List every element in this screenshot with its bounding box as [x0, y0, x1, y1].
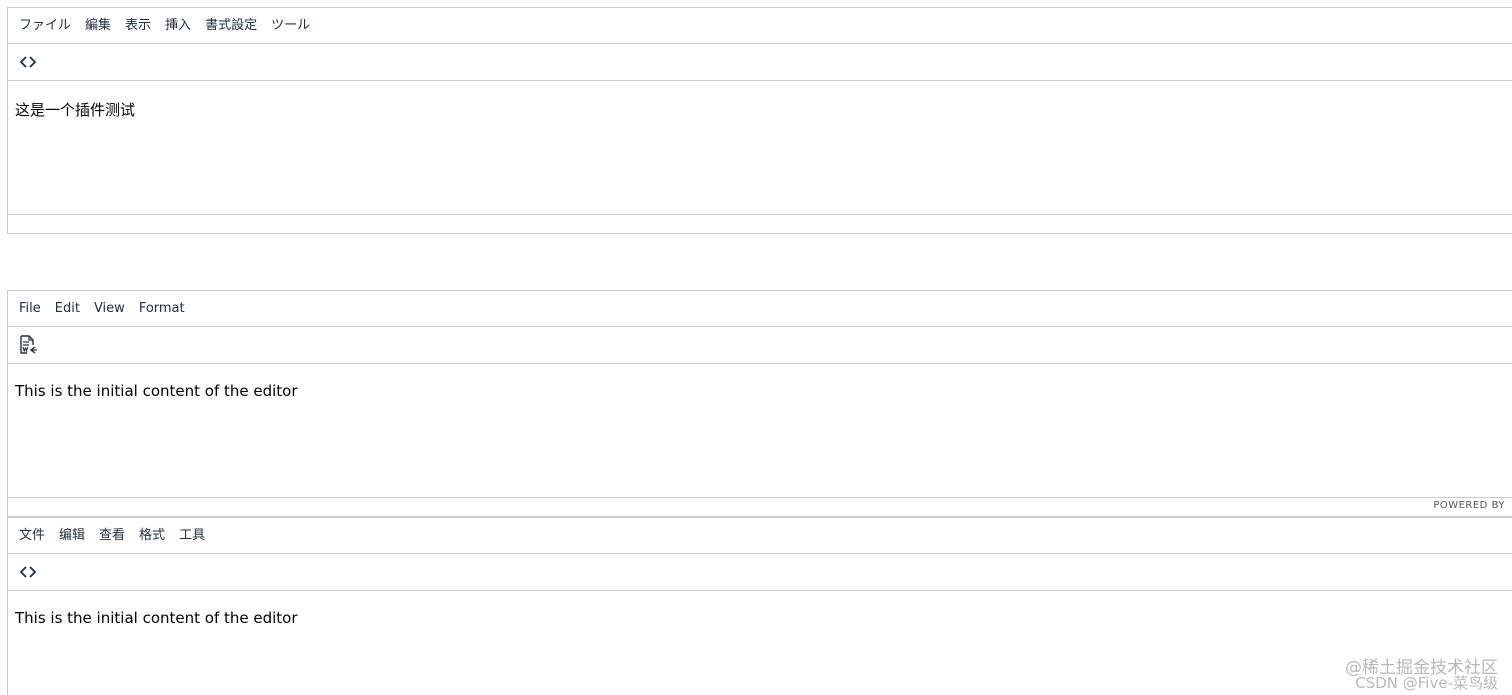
menubar: 文件 编辑 查看 格式 工具: [8, 518, 1512, 554]
statusbar: POWERED BY: [8, 498, 1512, 515]
editor-content[interactable]: This is the initial content of the edito…: [8, 591, 1512, 695]
editor-chinese: 文件 编辑 查看 格式 工具 This is the initial conte…: [7, 517, 1512, 695]
menu-tools[interactable]: ツール: [264, 8, 317, 44]
editor-content[interactable]: 这是一个插件测试: [8, 81, 1512, 215]
menu-edit[interactable]: 編集: [78, 8, 118, 44]
menu-format[interactable]: Format: [132, 291, 192, 327]
page: ファイル 編集 表示 挿入 書式設定 ツール 这是一个插件测试 File Edi…: [0, 0, 1512, 695]
menubar: ファイル 編集 表示 挿入 書式設定 ツール: [8, 8, 1512, 44]
menubar: File Edit View Format: [8, 291, 1512, 327]
menu-view[interactable]: 查看: [92, 518, 132, 554]
word-count-button[interactable]: [18, 335, 38, 355]
editor-content[interactable]: This is the initial content of the edito…: [8, 364, 1512, 498]
toolbar: [8, 554, 1512, 591]
source-code-button[interactable]: [18, 52, 38, 72]
menu-view[interactable]: View: [87, 291, 132, 327]
source-code-button[interactable]: [18, 562, 38, 582]
editor-english: File Edit View Format This is the initia…: [7, 290, 1512, 517]
menu-view[interactable]: 表示: [118, 8, 158, 44]
menu-file[interactable]: 文件: [12, 518, 52, 554]
menu-file[interactable]: File: [12, 291, 48, 327]
menu-format[interactable]: 書式設定: [198, 8, 264, 44]
toolbar: [8, 44, 1512, 81]
watermark-csdn: CSDN @Five-菜鸟级: [1355, 674, 1498, 692]
menu-format[interactable]: 格式: [132, 518, 172, 554]
menu-edit[interactable]: 编辑: [52, 518, 92, 554]
toolbar: [8, 327, 1512, 364]
word-count-icon: [20, 335, 37, 354]
menu-insert[interactable]: 挿入: [158, 8, 198, 44]
menu-edit[interactable]: Edit: [48, 291, 87, 327]
statusbar: [8, 215, 1512, 232]
menu-file[interactable]: ファイル: [12, 8, 78, 44]
menu-tools[interactable]: 工具: [172, 518, 212, 554]
editor-japanese: ファイル 編集 表示 挿入 書式設定 ツール 这是一个插件测试: [7, 7, 1512, 234]
code-icon: [19, 566, 37, 578]
powered-by-label[interactable]: POWERED BY: [1433, 500, 1505, 511]
code-icon: [19, 56, 37, 68]
